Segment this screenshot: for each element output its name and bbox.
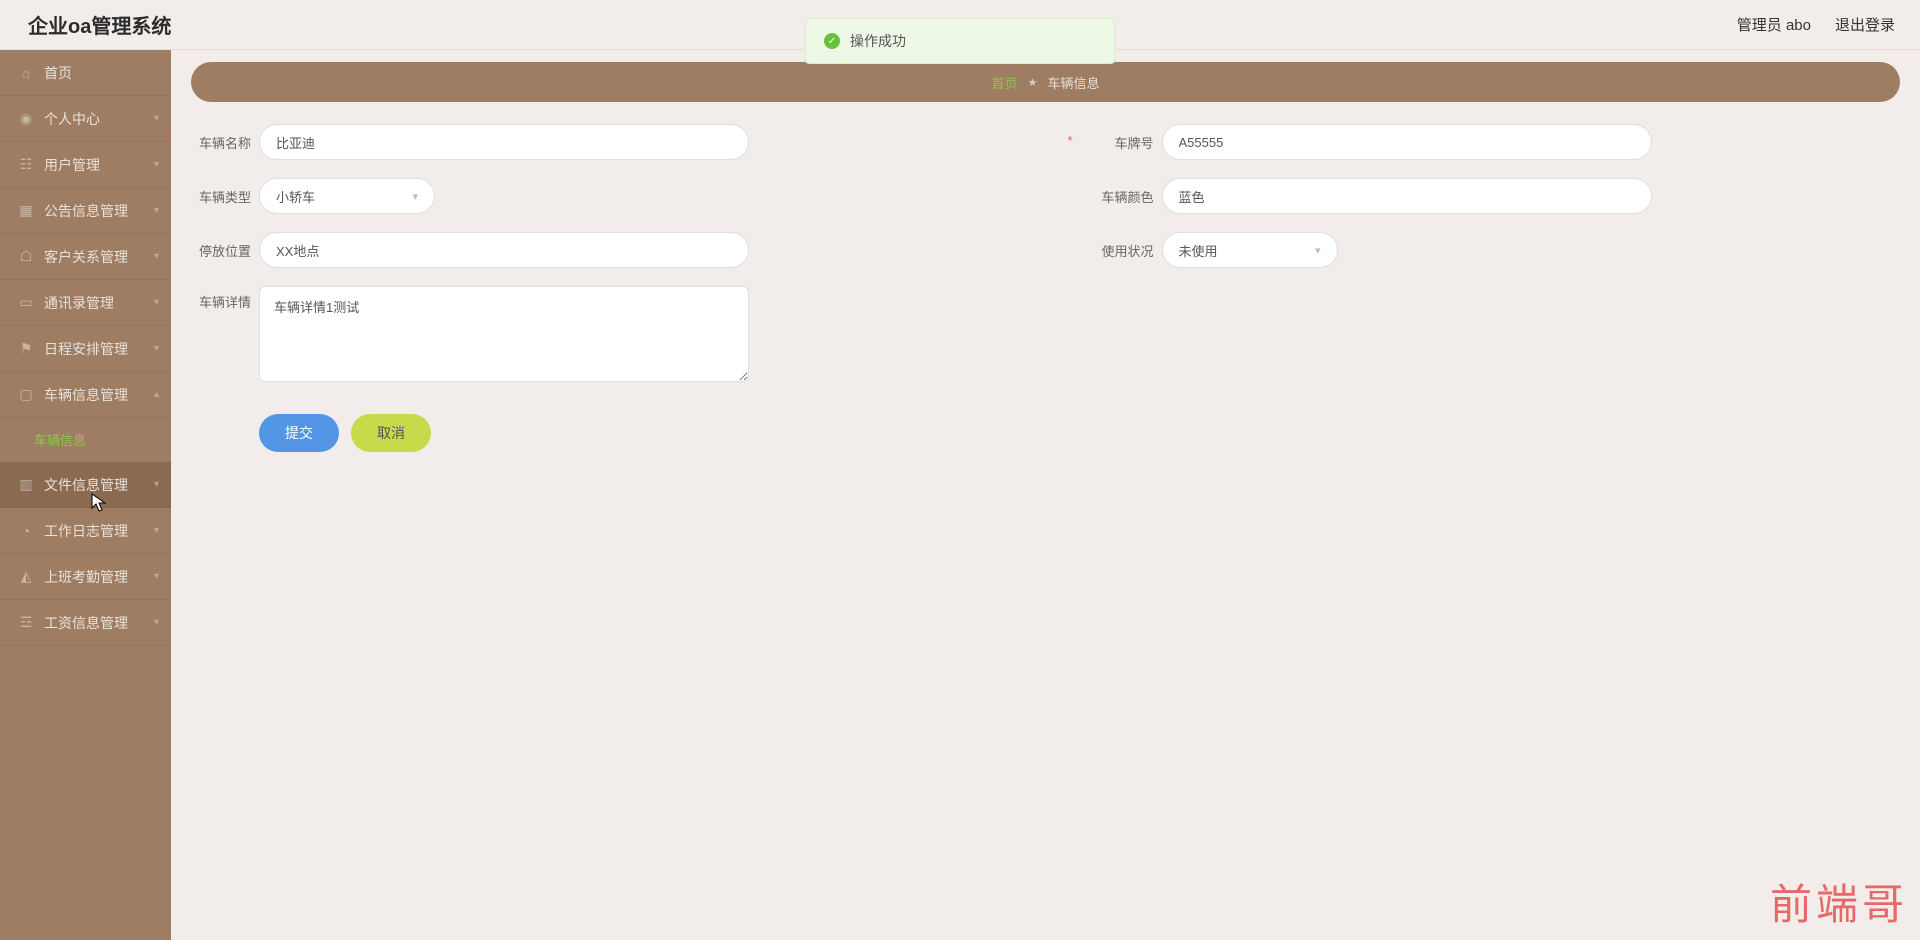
money-icon: ☲ [18, 615, 34, 631]
sidebar-item-files[interactable]: ▥ 文件信息管理 ▾ [0, 462, 171, 508]
label-color: 车辆颜色 [1076, 187, 1154, 206]
chevron-down-icon: ▾ [154, 113, 159, 124]
breadcrumb-current: 车辆信息 [1047, 73, 1099, 92]
home-icon: ⌂ [18, 65, 34, 81]
sidebar-item-announce[interactable]: ▦ 公告信息管理 ▾ [0, 188, 171, 234]
label-location: 停放位置 [173, 241, 251, 260]
input-vehicle-name[interactable] [259, 124, 749, 160]
chevron-down-icon: ▾ [1315, 244, 1321, 257]
grid-icon: ▦ [18, 203, 34, 219]
vehicle-form: 车辆名称 车辆类型 小轿车 ▾ 停放位置 车辆详情 [191, 102, 1900, 452]
chevron-down-icon: ▾ [154, 297, 159, 308]
cancel-button[interactable]: 取消 [351, 414, 431, 452]
chevron-down-icon: ▾ [412, 190, 418, 203]
chevron-down-icon: ▾ [154, 343, 159, 354]
flag-icon: ⚑ [18, 341, 34, 357]
app-title: 企业oa管理系统 [28, 10, 171, 39]
file-icon: ▥ [18, 477, 34, 493]
users-icon: ☷ [18, 157, 34, 173]
sidebar-item-vehicle[interactable]: ▢ 车辆信息管理 ▴ [0, 372, 171, 418]
chevron-down-icon: ▾ [154, 251, 159, 262]
label-status: 使用状况 [1076, 241, 1154, 260]
sidebar-item-attendance[interactable]: ◭ 上班考勤管理 ▾ [0, 554, 171, 600]
sidebar-item-home[interactable]: ⌂ 首页 [0, 50, 171, 96]
star-icon: ★ [1028, 76, 1038, 89]
input-plate[interactable] [1162, 124, 1652, 160]
sidebar-item-crm[interactable]: ☖ 客户关系管理 ▾ [0, 234, 171, 280]
sidebar-item-salary[interactable]: ☲ 工资信息管理 ▾ [0, 600, 171, 646]
check-circle-icon: ✓ [824, 33, 840, 49]
plane-icon: ◭ [18, 569, 34, 585]
chevron-down-icon: ▾ [154, 525, 159, 536]
textarea-detail[interactable] [259, 286, 749, 382]
breadcrumb-home[interactable]: 首页 [992, 73, 1018, 92]
select-status[interactable]: 未使用 ▾ [1162, 232, 1338, 268]
success-toast: ✓ 操作成功 [805, 18, 1115, 64]
chevron-down-icon: ▾ [154, 479, 159, 490]
label-type: 车辆类型 [173, 187, 251, 206]
watermark: 前端哥 [1770, 871, 1908, 932]
car-icon: ▢ [18, 387, 34, 403]
chevron-down-icon: ▾ [154, 571, 159, 582]
clock-icon: ◔ [18, 523, 34, 539]
input-color[interactable] [1162, 178, 1652, 214]
main-content: 首页 ★ 车辆信息 车辆名称 车辆类型 小轿车 ▾ 停放位置 [171, 50, 1920, 940]
admin-label[interactable]: 管理员 abo [1737, 14, 1811, 35]
sidebar-item-worklog[interactable]: ◔ 工作日志管理 ▾ [0, 508, 171, 554]
chevron-down-icon: ▾ [154, 205, 159, 216]
toast-text: 操作成功 [850, 31, 906, 51]
label-name: 车辆名称 [173, 133, 251, 152]
select-vehicle-type[interactable]: 小轿车 ▾ [259, 178, 435, 214]
people-icon: ☖ [18, 249, 34, 265]
input-location[interactable] [259, 232, 749, 268]
sidebar-item-profile[interactable]: ◉ 个人中心 ▾ [0, 96, 171, 142]
sidebar-subitem-vehicle-info[interactable]: 车辆信息 [0, 418, 171, 462]
logout-link[interactable]: 退出登录 [1835, 14, 1895, 35]
sidebar-item-users[interactable]: ☷ 用户管理 ▾ [0, 142, 171, 188]
sidebar-item-schedule[interactable]: ⚑ 日程安排管理 ▾ [0, 326, 171, 372]
user-icon: ◉ [18, 111, 34, 127]
sidebar: ⌂ 首页 ◉ 个人中心 ▾ ☷ 用户管理 ▾ ▦ 公告信息管理 ▾ ☖ 客户关系… [0, 50, 171, 940]
breadcrumb: 首页 ★ 车辆信息 [191, 62, 1900, 102]
book-icon: ▭ [18, 295, 34, 311]
chevron-down-icon: ▾ [154, 159, 159, 170]
label-plate: 车牌号 [1076, 133, 1154, 152]
sidebar-item-contacts[interactable]: ▭ 通讯录管理 ▾ [0, 280, 171, 326]
label-detail: 车辆详情 [173, 286, 251, 311]
chevron-up-icon: ▴ [154, 389, 159, 400]
top-right: 管理员 abo 退出登录 [1737, 14, 1895, 35]
chevron-down-icon: ▾ [154, 617, 159, 628]
submit-button[interactable]: 提交 [259, 414, 339, 452]
